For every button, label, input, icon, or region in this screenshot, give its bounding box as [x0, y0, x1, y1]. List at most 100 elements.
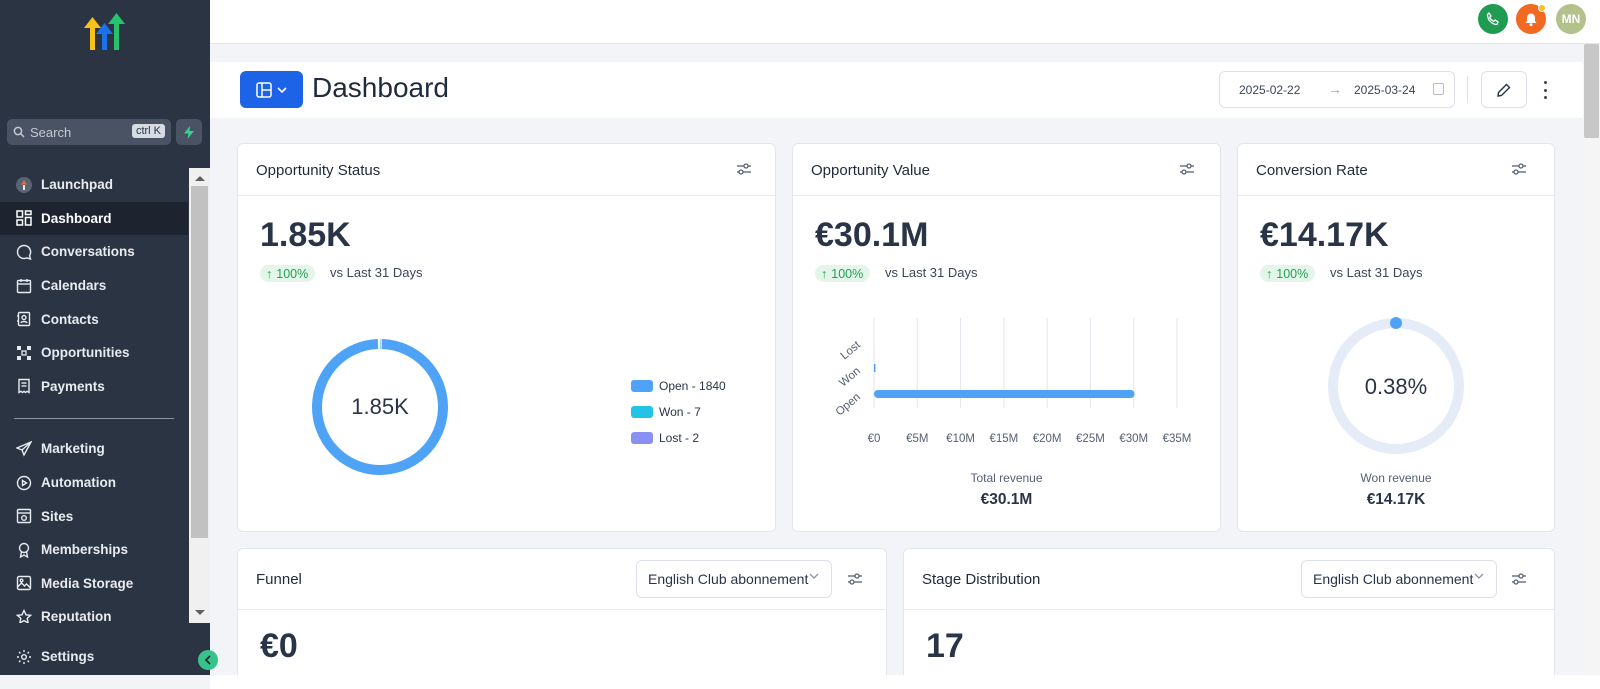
star-icon	[15, 608, 33, 623]
scroll-down-arrow-icon[interactable]	[195, 610, 205, 615]
scroll-up-arrow-icon[interactable]	[195, 176, 205, 181]
date-range-picker[interactable]: 2025-02-22 → 2025-03-24	[1219, 71, 1455, 108]
sidebar-item-automation[interactable]: Automation	[0, 466, 188, 500]
filter-icon[interactable]	[1179, 162, 1195, 176]
page-title: Dashboard	[312, 72, 449, 103]
date-end[interactable]: 2025-03-24	[1354, 83, 1415, 97]
conversion-rate-gauge: 0.38%	[1328, 317, 1464, 454]
sidebar-item-label: Automation	[41, 475, 116, 491]
page-header: Dashboard 2025-02-22 → 2025-03-24	[210, 62, 1583, 118]
y-category-label: Won	[837, 365, 863, 389]
sidebar-item-payments[interactable]: Payments	[0, 370, 188, 404]
chevron-down-icon	[809, 573, 819, 579]
sidebar-nav: Launchpad Dashboard Conversations Calend…	[0, 168, 188, 623]
x-tick-label: €10M	[946, 433, 975, 445]
legend-swatch	[631, 406, 653, 418]
main-scrollbar[interactable]	[1583, 44, 1600, 675]
pencil-icon	[1497, 83, 1511, 97]
sidebar-item-label: Dashboard	[41, 210, 112, 226]
change-value: 100%	[831, 266, 864, 281]
sidebar-item-sites[interactable]: Sites	[0, 499, 188, 533]
legend-item[interactable]: Lost - 2	[631, 425, 726, 451]
select-value: English Club abonnement	[648, 571, 809, 587]
sidebar-item-dashboard[interactable]: Dashboard	[0, 201, 188, 236]
bar-won[interactable]	[874, 364, 876, 372]
filter-icon[interactable]	[736, 162, 752, 176]
change-value: 100%	[1276, 266, 1309, 281]
legend-swatch	[631, 380, 653, 392]
sidebar-item-label: Payments	[41, 378, 105, 394]
metric-value: €14.17K	[1260, 216, 1389, 254]
sidebar-item-label: Reputation	[41, 609, 112, 623]
opportunity-value-card: Opportunity Value €30.1M ↑ 100% vs Last …	[792, 143, 1221, 532]
card-title: Funnel	[256, 571, 302, 588]
arrow-up-icon: ↑	[1266, 266, 1273, 281]
bar-open[interactable]	[874, 390, 1135, 398]
date-start[interactable]: 2025-02-22	[1239, 83, 1300, 97]
gauge-center-value: 0.38%	[1365, 374, 1427, 399]
sidebar-item-label: Contacts	[41, 311, 99, 327]
chart-footer: Won revenue €14.17K	[1238, 471, 1554, 509]
memberships-icon	[15, 541, 33, 559]
sidebar-item-label: Sites	[41, 508, 74, 524]
sidebar-item-launchpad[interactable]: Launchpad	[0, 168, 188, 202]
arrow-up-icon: ↑	[821, 266, 828, 281]
x-tick-label: €15M	[989, 433, 1018, 445]
notifications-button[interactable]	[1516, 4, 1546, 34]
sidebar-item-label: Conversations	[41, 244, 135, 260]
layout-icon	[256, 81, 272, 98]
legend-item[interactable]: Open - 1840	[631, 373, 726, 399]
pipeline-select[interactable]: English Club abonnement	[1301, 560, 1497, 598]
gear-icon	[15, 648, 33, 666]
conversion-rate-card: Conversion Rate €14.17K ↑ 100% vs Last 3…	[1237, 143, 1555, 532]
phone-button[interactable]	[1478, 4, 1508, 34]
sidebar-item-media-storage[interactable]: Media Storage	[0, 567, 188, 601]
y-category-label: Lost	[839, 339, 864, 363]
sidebar: Search ctrl K Launchpad Dashboard Conver…	[0, 0, 210, 675]
more-options-icon[interactable]	[1542, 81, 1548, 99]
sidebar-item-calendars[interactable]: Calendars	[0, 269, 188, 303]
metric-value: 17	[926, 627, 964, 665]
pipeline-select[interactable]: English Club abonnement	[636, 560, 832, 598]
sidebar-scrollbar[interactable]	[189, 168, 210, 623]
sidebar-scroll-thumb[interactable]	[191, 186, 208, 538]
chevron-down-icon	[277, 86, 287, 93]
payments-icon	[15, 377, 33, 395]
avatar[interactable]: MN	[1556, 4, 1586, 34]
collapse-sidebar-button[interactable]	[198, 650, 218, 670]
sidebar-item-opportunities[interactable]: Opportunities	[0, 336, 188, 370]
search-placeholder: Search	[30, 124, 72, 140]
search-input[interactable]: Search ctrl K	[7, 119, 171, 145]
change-badge: ↑ 100%	[815, 265, 871, 282]
search-icon	[13, 126, 25, 138]
x-tick-label: €25M	[1076, 433, 1105, 445]
bell-icon	[1525, 13, 1537, 26]
legend-label: Open - 1840	[659, 379, 726, 393]
sidebar-item-label: Marketing	[41, 441, 105, 457]
metric-value: €0	[260, 627, 298, 665]
legend-item[interactable]: Won - 7	[631, 399, 726, 425]
sidebar-item-label: Memberships	[41, 542, 129, 558]
filter-icon[interactable]	[1511, 572, 1527, 586]
change-value: 100%	[276, 266, 309, 281]
main-scroll-thumb[interactable]	[1584, 44, 1599, 138]
sidebar-item-marketing[interactable]: Marketing	[0, 432, 188, 466]
filter-icon[interactable]	[847, 572, 863, 586]
sidebar-item-conversations[interactable]: Conversations	[0, 235, 188, 269]
donut-center-value: 1.85K	[351, 394, 409, 419]
app-logo[interactable]	[84, 12, 126, 52]
change-badge: ↑ 100%	[260, 265, 316, 282]
filter-icon[interactable]	[1511, 162, 1527, 176]
legend-label: Won - 7	[659, 405, 701, 419]
sidebar-item-contacts[interactable]: Contacts	[0, 302, 188, 336]
opportunity-status-card: Opportunity Status 1.85K ↑ 100% vs Last …	[237, 143, 776, 532]
comparison-label: vs Last 31 Days	[885, 265, 978, 280]
sidebar-item-memberships[interactable]: Memberships	[0, 533, 188, 567]
sidebar-item-reputation[interactable]: Reputation	[0, 600, 188, 623]
edit-dashboard-button[interactable]	[1481, 71, 1527, 108]
dashboard-switcher-button[interactable]	[240, 71, 303, 108]
card-title: Opportunity Status	[256, 162, 381, 179]
quick-action-button[interactable]	[176, 119, 202, 145]
sidebar-item-settings[interactable]: Settings	[0, 640, 210, 673]
chevron-down-icon	[1474, 573, 1484, 579]
